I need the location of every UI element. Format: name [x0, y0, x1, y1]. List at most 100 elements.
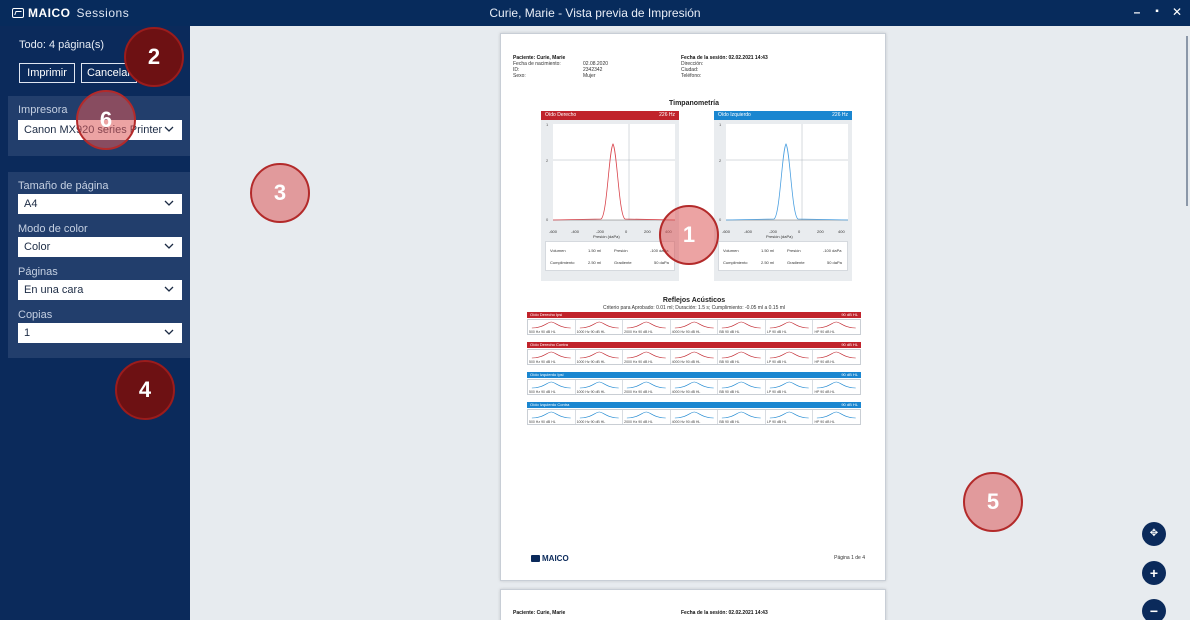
- window-title: Curie, Marie - Vista previa de Impresión: [489, 6, 701, 20]
- svg-text:2: 2: [546, 158, 549, 163]
- reflex-curve-line: [627, 381, 666, 389]
- reflex-cell-level: 90 dB HL: [541, 330, 556, 334]
- close-icon[interactable]: ✕: [1168, 3, 1186, 21]
- reflex-curve-line: [627, 411, 666, 419]
- page-number: Página 1 de 4: [834, 555, 865, 561]
- reflex-curve: [579, 381, 619, 389]
- cumplimiento-value: 2.50 ml: [588, 260, 602, 265]
- reflex-cell-label: HP 90 dB HL: [814, 360, 834, 364]
- reflex-freq: LP: [766, 390, 772, 394]
- reflex-curve-line: [674, 381, 714, 389]
- gradiente-label: Gradiente: [614, 260, 632, 265]
- reflex-row-header: Oído Izquierdo Contra 90 dB HL: [527, 402, 861, 408]
- reflex-cell-level: 90 dB HL: [685, 390, 701, 394]
- reflex-curve-line: [674, 351, 714, 359]
- vertical-scrollbar[interactable]: [1186, 36, 1188, 206]
- color-mode-value: Color: [24, 241, 51, 253]
- gradiente-value: 50 daPa: [827, 260, 842, 265]
- zoom-fit-button[interactable]: ✥: [1142, 522, 1166, 546]
- footer-logo-text: MAICO: [542, 554, 569, 563]
- reflex-cell-level: 90 dB HL: [590, 330, 606, 334]
- x-tick-2: -400: [571, 229, 580, 234]
- reflex-row-header: Oído Derecho Ipsi 90 dB HL: [527, 312, 861, 318]
- chevron-down-icon: [164, 200, 174, 206]
- reflex-row-name: Oído Derecho Ipsi: [530, 312, 563, 317]
- reflex-curve: [722, 351, 762, 359]
- copies-value: 1: [24, 327, 31, 339]
- reflex-freq: 500 Hz: [529, 360, 541, 364]
- reflex-curve: [579, 351, 619, 359]
- reflex-cell-label: 500 Hz 90 dB HL: [529, 390, 556, 394]
- pages-select[interactable]: En una cara: [18, 280, 182, 300]
- tympanometry-title: Timpanometría: [668, 100, 720, 107]
- pages-value: En una cara: [24, 284, 84, 296]
- reflex-curve: [722, 321, 762, 329]
- reflex-freq: LP: [766, 330, 772, 334]
- tymp-right-graph: 1 2 0: [546, 122, 676, 222]
- reflex-freq: 1000 Hz: [576, 330, 590, 334]
- minimize-icon[interactable]: –: [1128, 3, 1146, 21]
- reflex-freq: HP: [814, 390, 820, 394]
- reflex-cell: HP 90 dB HL: [813, 380, 860, 394]
- preview-page-1: Paciente: Curie, Marie Fecha de nacimien…: [500, 33, 886, 581]
- gradiente-value: 50 daPa: [654, 260, 669, 265]
- reflex-row-name: Oído Derecho Contra: [530, 342, 569, 347]
- tympanogram-left: Oído Izquierdo 226 Hz 1 2 0 -600 -400 -2…: [714, 111, 852, 281]
- reflex-curve-line: [722, 321, 762, 329]
- reflex-cell-level: 90 dB HL: [772, 360, 787, 364]
- tymp-left-graph: 1 2 0: [719, 122, 849, 222]
- reflex-cell-level: 90 dB HL: [685, 420, 701, 424]
- maximize-icon[interactable]: ▪: [1148, 3, 1166, 21]
- app-logo: MAICO Sessions: [12, 6, 129, 20]
- reflex-cell: LP 90 dB HL: [766, 320, 814, 334]
- x-tick-6: 400: [838, 229, 845, 234]
- callout-2: 2: [124, 27, 184, 87]
- reflex-curve: [769, 411, 809, 419]
- reflex-cell: BB 90 dB HL: [718, 380, 766, 394]
- reflex-curve-line: [722, 351, 762, 359]
- reflex-cell: LP 90 dB HL: [766, 350, 814, 364]
- reflex-curve: [627, 381, 666, 389]
- right-ear-hz: 226 Hz: [659, 112, 675, 118]
- reflex-cell-level: 90 dB HL: [724, 360, 740, 364]
- reflex-cell-level: 90 dB HL: [541, 390, 556, 394]
- reflex-cell-label: 2000 Hz 90 dB HL: [624, 420, 653, 424]
- reflex-freq: LP: [766, 420, 772, 424]
- chevron-down-icon: [164, 286, 174, 292]
- reflex-cell: 2000 Hz 90 dB HL: [623, 350, 671, 364]
- reflex-cell: LP 90 dB HL: [766, 380, 814, 394]
- reflex-cell-level: 90 dB HL: [685, 330, 701, 334]
- zoom-out-button[interactable]: −: [1142, 599, 1166, 620]
- reflex-curve-line: [579, 351, 619, 359]
- reflex-curve: [769, 321, 809, 329]
- reflex-freq: 4000 Hz: [671, 420, 685, 424]
- volumen-value: 1.50 ml: [588, 248, 602, 253]
- tymp-right-table: Volumen 1.50 ml Presión -100 daPa Cumpli…: [545, 241, 675, 271]
- preview-area[interactable]: Paciente: Curie, Marie Fecha de nacimien…: [190, 26, 1190, 620]
- reflex-curve: [627, 351, 666, 359]
- reflex-cell-label: 1000 Hz 90 dB HL: [577, 360, 606, 364]
- zoom-in-button[interactable]: +: [1142, 561, 1166, 585]
- print-preview-window: MAICO Sessions Curie, Marie - Vista prev…: [0, 0, 1190, 620]
- reflex-row-cells: 500 Hz 90 dB HL 1000 Hz 90 dB HL 2000 Hz 9…: [527, 379, 861, 395]
- reflex-curve-line: [769, 321, 809, 329]
- reflex-curve: [722, 381, 762, 389]
- reflex-cell-label: LP 90 dB HL: [767, 330, 787, 334]
- reflex-freq: BB: [719, 420, 724, 424]
- page-size-select[interactable]: A4: [18, 194, 182, 214]
- reflex-curve-line: [674, 321, 714, 329]
- print-button[interactable]: Imprimir: [19, 63, 75, 83]
- color-mode-select[interactable]: Color: [18, 237, 182, 257]
- reflex-freq: 4000 Hz: [671, 360, 685, 364]
- reflex-curve-line: [722, 381, 762, 389]
- reflex-cell: BB 90 dB HL: [718, 320, 766, 334]
- reflex-cell: 2000 Hz 90 dB HL: [623, 380, 671, 394]
- svg-text:0: 0: [719, 217, 722, 222]
- reflex-cell: BB 90 dB HL: [718, 350, 766, 364]
- reflex-cell-label: 4000 Hz 90 dB HL: [672, 360, 701, 364]
- reflex-curve-line: [769, 381, 809, 389]
- reflex-cell-level: 90 dB HL: [724, 390, 740, 394]
- reflex-cell-label: LP 90 dB HL: [767, 390, 787, 394]
- copies-select[interactable]: 1: [18, 323, 182, 343]
- reflex-curve: [674, 351, 714, 359]
